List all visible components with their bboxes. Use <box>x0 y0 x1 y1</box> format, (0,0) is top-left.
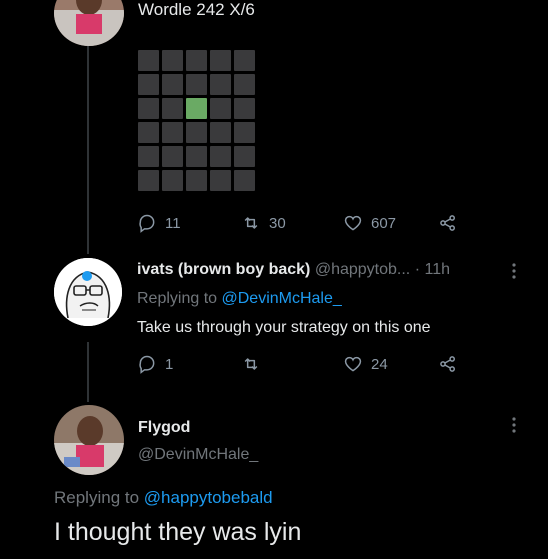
thread-line-1 <box>87 46 89 254</box>
like-button[interactable]: 607 <box>343 213 396 233</box>
wordle-cell <box>162 74 183 95</box>
wordle-grid <box>138 50 255 191</box>
wordle-cell <box>210 50 231 71</box>
wordle-cell <box>162 98 183 119</box>
wordle-cell <box>138 50 159 71</box>
share-button[interactable] <box>438 213 458 233</box>
wordle-cell <box>138 98 159 119</box>
share-icon <box>440 215 455 231</box>
share-button[interactable] <box>438 354 458 374</box>
avatar-wojak-image <box>54 258 122 326</box>
timestamp[interactable]: · 11h <box>415 261 450 278</box>
reply-button[interactable]: 11 <box>137 213 181 233</box>
tweet-text: I thought they was lyin <box>54 518 302 546</box>
wordle-cell <box>186 170 207 191</box>
wordle-cell <box>138 170 159 191</box>
more-icon <box>512 417 516 433</box>
avatar[interactable] <box>54 258 122 326</box>
wordle-cell <box>210 98 231 119</box>
display-name[interactable]: ivats (brown boy back) <box>137 261 310 278</box>
display-name[interactable]: Flygod <box>138 419 190 437</box>
retweet-button[interactable] <box>241 354 269 374</box>
like-count: 24 <box>371 355 388 373</box>
replying-to: Replying to @DevinMcHale_ <box>137 290 342 308</box>
share-icon <box>440 356 455 372</box>
retweet-icon <box>244 217 258 229</box>
thread-line-2 <box>87 342 89 402</box>
wordle-cell <box>186 146 207 167</box>
wordle-cell <box>162 146 183 167</box>
wordle-cell-green <box>186 98 207 119</box>
wordle-cell <box>162 170 183 191</box>
wordle-cell <box>186 50 207 71</box>
heart-icon <box>344 356 362 372</box>
more-button[interactable] <box>507 416 521 434</box>
heart-icon <box>344 215 362 231</box>
reply-button[interactable]: 1 <box>137 354 173 374</box>
wordle-cell <box>210 74 231 95</box>
tweet-text: Take us through your strategy on this on… <box>137 319 431 336</box>
reply-count: 1 <box>165 355 174 373</box>
avatar[interactable] <box>54 405 124 475</box>
like-count: 607 <box>371 214 397 232</box>
wordle-cell <box>186 74 207 95</box>
more-icon <box>512 263 516 279</box>
wordle-cell <box>210 170 231 191</box>
wordle-cell <box>138 74 159 95</box>
like-button[interactable]: 24 <box>343 354 388 374</box>
wordle-cell <box>234 122 255 143</box>
wordle-cell <box>210 146 231 167</box>
replying-prefix: Replying to <box>54 488 140 507</box>
wordle-cell <box>162 122 183 143</box>
wordle-cell <box>186 122 207 143</box>
handle[interactable]: @happytob... <box>315 261 410 278</box>
retweet-count: 30 <box>269 214 286 232</box>
retweet-button[interactable]: 30 <box>241 213 286 233</box>
handle[interactable]: @DevinMcHale_ <box>138 446 258 464</box>
avatar[interactable] <box>54 0 124 46</box>
wordle-cell <box>234 146 255 167</box>
reply-icon <box>139 214 155 233</box>
replying-prefix: Replying to <box>137 290 218 307</box>
wordle-cell <box>234 50 255 71</box>
wordle-cell <box>234 170 255 191</box>
tweet-header: ivats (brown boy back) @happytob... · 11… <box>137 261 450 279</box>
wordle-cell <box>138 146 159 167</box>
wordle-cell <box>138 122 159 143</box>
replying-to-link[interactable]: @happytobebald <box>144 488 273 507</box>
retweet-icon <box>244 358 258 370</box>
more-button[interactable] <box>507 262 521 280</box>
reply-count: 11 <box>165 214 181 232</box>
avatar-flygod-image <box>54 405 124 475</box>
wordle-cell <box>210 122 231 143</box>
wordle-cell <box>234 98 255 119</box>
replying-to-link[interactable]: @DevinMcHale_ <box>222 290 342 307</box>
reply-icon <box>139 355 155 374</box>
replying-to: Replying to @happytobebald <box>54 488 273 508</box>
tweet-text: Wordle 242 X/6 <box>138 0 255 19</box>
wordle-cell <box>234 74 255 95</box>
avatar-flygod-image <box>54 0 124 46</box>
wordle-cell <box>162 50 183 71</box>
